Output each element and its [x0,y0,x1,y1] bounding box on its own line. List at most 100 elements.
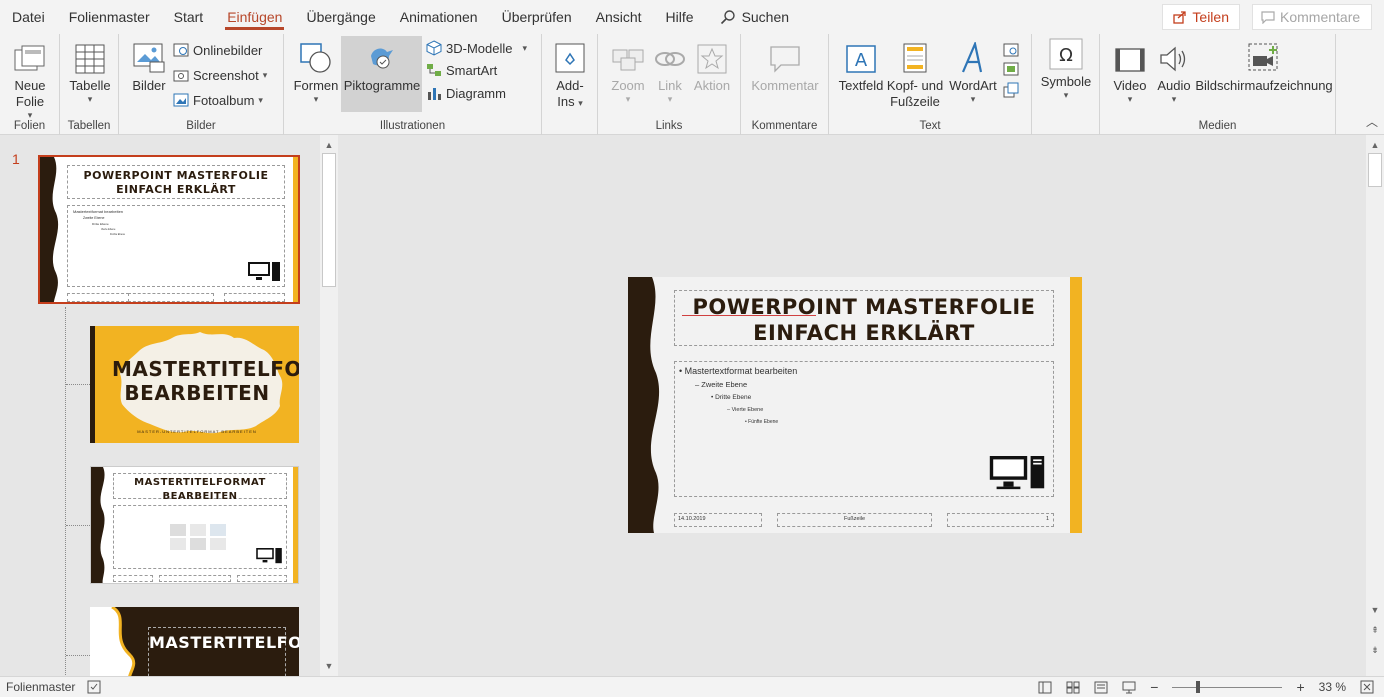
chevron-down-icon: ▾ [1171,94,1177,104]
accessibility-check-icon[interactable] [87,680,101,694]
table-button[interactable]: Tabelle ▾ [66,40,114,104]
menu-bar: Datei Folienmaster Start Einfügen Übergä… [0,0,1384,34]
link-button[interactable]: Link ▾ [650,40,690,104]
slide-title[interactable]: POWERPOINT MASTERFOLIE EINFACH ERKLÄRT [674,290,1054,346]
zoom-button[interactable]: Zoom ▾ [606,40,650,104]
addins-button[interactable]: Add- Ins ▾ [548,40,592,110]
main-slide[interactable]: POWERPOINT MASTERFOLIE EINFACH ERKLÄRT •… [628,277,1082,533]
body-level1-text: Mastertextformat bearbeiten [684,366,798,376]
thumb-layout2-date [113,575,153,582]
slide-number-button[interactable] [1003,58,1019,80]
object-button[interactable] [1003,79,1019,101]
date-time-button[interactable] [1003,38,1019,60]
slide-thumbnail-pane: 1 POWERPOINT MASTERFOLIE EINFACH ERKLÄRT… [0,135,340,676]
scrollbar-thumb[interactable] [1368,153,1382,187]
comments-button[interactable]: Kommentare [1252,4,1372,30]
menu-uebergaenge[interactable]: Übergänge [294,0,387,34]
menu-animationen[interactable]: Animationen [388,0,490,34]
menu-hilfe[interactable]: Hilfe [654,0,706,34]
slide-body-placeholder[interactable]: • Mastertextformat bearbeiten – Zweite E… [674,361,1054,497]
menu-einfuegen[interactable]: Einfügen [215,0,294,34]
reading-view-icon[interactable] [1094,681,1108,694]
star-icon [697,44,727,74]
scroll-up-icon[interactable]: ▲ [320,137,338,153]
slide-page-number: 1 [1045,516,1049,522]
action-button[interactable]: Aktion [690,40,734,94]
menu-ueberpruefen[interactable]: Überprüfen [490,0,584,34]
audio-button[interactable]: Audio ▾ [1152,40,1196,104]
textbox-label: Textfeld [838,78,884,93]
menu-ansicht[interactable]: Ansicht [584,0,654,34]
slide-page-placeholder[interactable]: 1 [947,513,1054,527]
new-comment-button[interactable]: Kommentar [749,40,821,94]
thumbnail-master[interactable]: POWERPOINT MASTERFOLIE EINFACH ERKLÄRT M… [38,155,300,304]
photo-album-button[interactable]: Fotoalbum ▾ [173,89,263,111]
pictures-button[interactable]: Bilder [127,40,171,94]
scroll-down-icon[interactable]: ▼ [1366,602,1384,618]
screenshot-button[interactable]: Screenshot ▾ [173,64,267,86]
next-slide-icon[interactable]: ⇟ [1366,642,1384,658]
zoom-slider[interactable] [1172,680,1283,693]
thumb-master-body: Mastertextformat bearbeiten Zweite Ebene… [67,205,285,287]
thumbnail-connector [65,307,66,676]
header-footer-button[interactable]: Kopf- und Fußzeile [885,40,945,110]
group-illustrationen: Formen ▾ Piktogramme 3D-Modelle ▾ SmartA… [284,34,542,135]
slide-date-placeholder[interactable]: 14.10.2019 [674,513,762,527]
previous-slide-icon[interactable]: ⇞ [1366,622,1384,638]
thumbnail-layout-section[interactable]: MASTERTITELFORMAT [90,607,299,676]
shapes-button[interactable]: Formen ▾ [292,40,340,104]
editor-scrollbar[interactable]: ▲ ▼ ⇞ ⇟ [1366,135,1384,676]
screen-recording-button[interactable]: Bildschirmaufzeichnung [1195,40,1333,94]
slide-footer-placeholder[interactable]: Fußzeile [777,513,932,527]
thumbnail-layout-title[interactable]: MASTERTITELFORMAT BEARBEITEN MASTER-UNTE… [90,326,299,443]
scroll-down-icon[interactable]: ▼ [320,658,338,674]
zoom-level[interactable]: 33 % [1319,680,1346,694]
group-label-kommentare: Kommentare [751,120,818,132]
thumb-body-level5: Fünfte Ebene [110,233,126,236]
menu-folienmaster[interactable]: Folienmaster [57,0,162,34]
thumbnail-layout-content[interactable]: MASTERTITELFORMAT BEARBEITEN [90,466,299,584]
normal-view-icon[interactable] [1038,681,1052,694]
new-slide-button[interactable]: Neue Folie ▾ [6,40,54,120]
share-button[interactable]: Teilen [1162,4,1240,30]
omega-icon: Ω [1049,38,1083,70]
computer-icon [989,456,1045,490]
menu-start[interactable]: Start [162,0,216,34]
master-gold-strip [293,157,298,302]
slide-gold-strip [1070,277,1082,533]
online-pictures-button[interactable]: Onlinebilder [173,39,262,61]
thumbnail-connector [66,525,90,526]
shapes-icon [300,43,331,73]
symbols-button[interactable]: Ω Symbole ▾ [1038,36,1094,100]
search-box[interactable]: Suchen [706,9,803,25]
symbols-label: Symbole [1040,74,1092,89]
collapse-ribbon-icon[interactable]: ︿ [1366,113,1378,130]
slide-sorter-icon[interactable] [1066,681,1080,694]
chevron-down-icon: ▾ [970,94,976,104]
smartart-button[interactable]: SmartArt [426,59,497,81]
slideshow-icon[interactable] [1122,681,1136,694]
3d-models-button[interactable]: 3D-Modelle ▾ [426,37,527,59]
zoom-slider-knob[interactable] [1196,680,1201,693]
layout-title-dark-strip [90,326,95,443]
scrollbar-thumb[interactable] [322,153,336,287]
fit-to-window-icon[interactable] [1360,680,1374,694]
scroll-up-icon[interactable]: ▲ [1366,137,1384,153]
icons-button[interactable]: Piktogramme [342,40,422,94]
new-slide-label: Neue [14,78,46,93]
zoom-in-button[interactable]: + [1296,679,1304,695]
zoom-out-button[interactable]: − [1150,679,1158,695]
menu-datei[interactable]: Datei [0,0,57,34]
video-button[interactable]: Video ▾ [1108,40,1152,104]
thumb-layout2-page [237,575,287,582]
wordart-button[interactable]: WordArt ▾ [945,40,1001,104]
group-label-text: Text [919,120,941,132]
textbox-button[interactable]: A Textfeld [837,40,885,94]
chart-button[interactable]: Diagramm [426,82,506,104]
addins-label2-text: Ins [557,94,575,109]
group-label-tabellen: Tabellen [67,120,111,132]
thumbnail-scrollbar[interactable]: ▲ ▼ [320,135,338,676]
share-label: Teilen [1192,9,1229,25]
comments-label: Kommentare [1280,9,1361,25]
photo-album-icon [173,93,189,107]
